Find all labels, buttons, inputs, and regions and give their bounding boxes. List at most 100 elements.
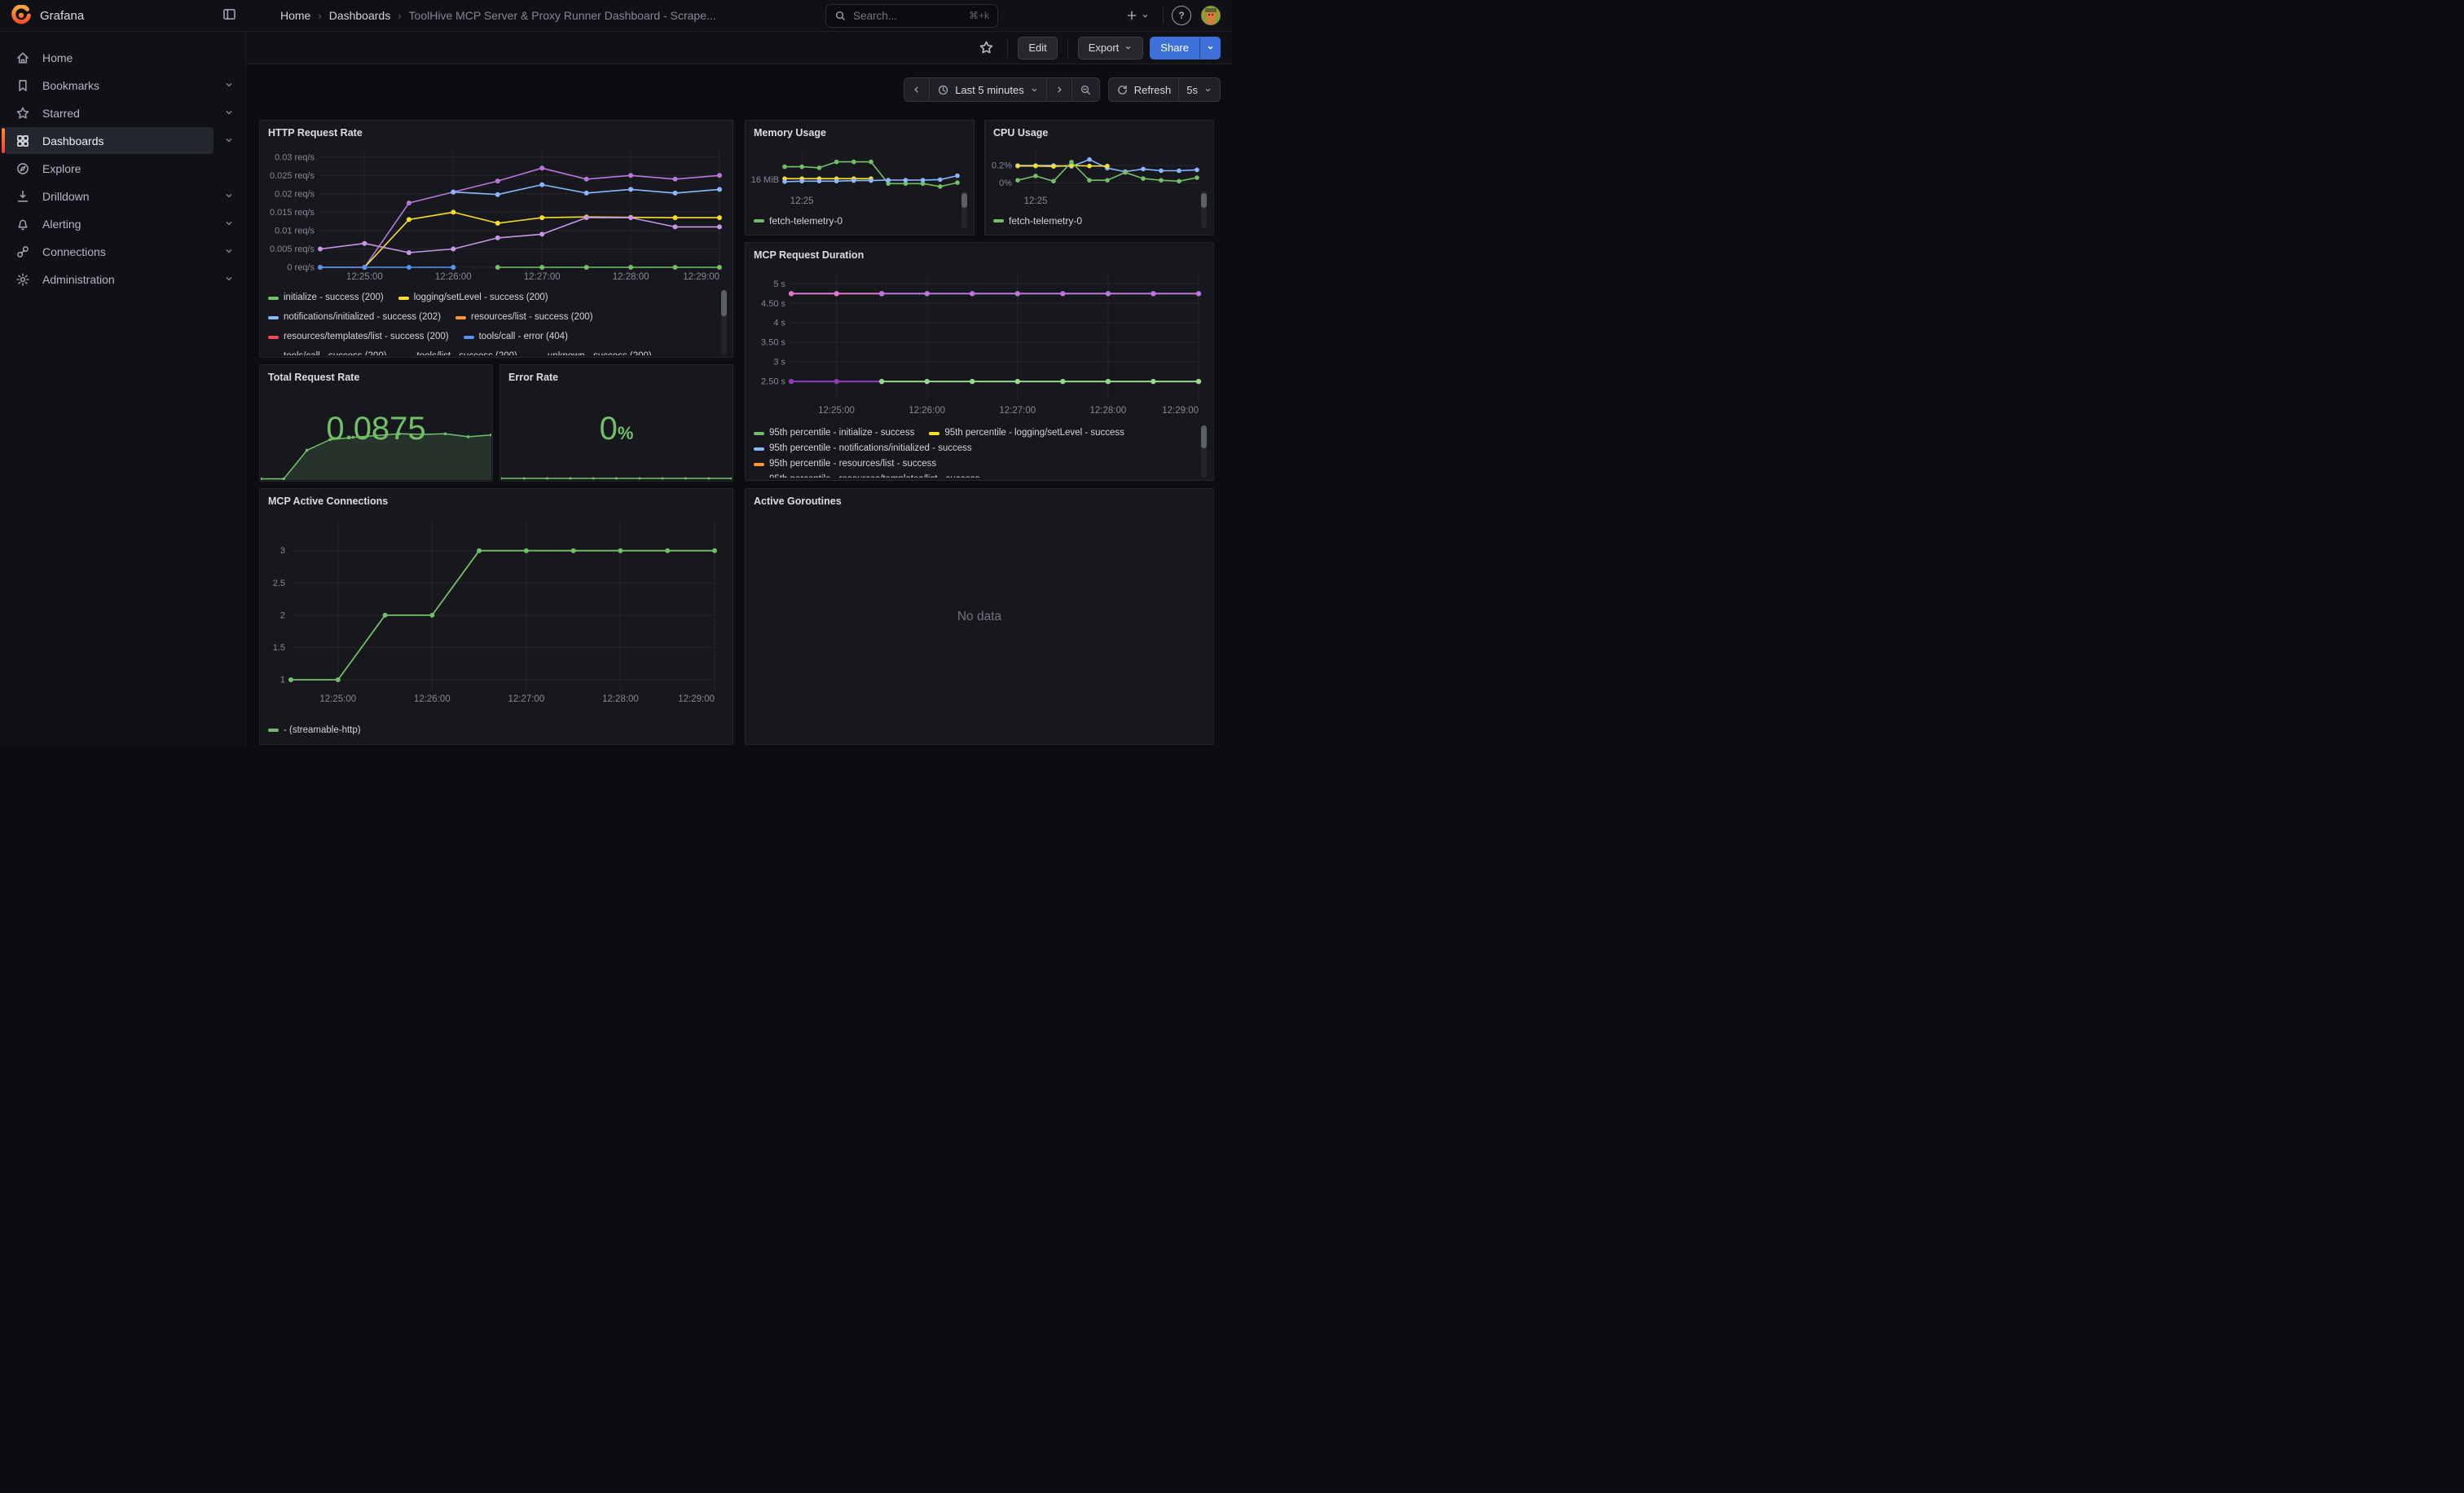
legend-item[interactable]: fetch-telemetry-0 — [754, 215, 843, 227]
share-menu-button[interactable] — [1199, 37, 1221, 59]
svg-text:12:29:00: 12:29:00 — [678, 694, 715, 704]
panel-title[interactable]: MCP Request Duration — [746, 243, 1213, 266]
dashboards-grid-icon — [15, 134, 30, 148]
legend-item[interactable]: 95th percentile - resources/list - succe… — [754, 458, 936, 470]
panel-title[interactable]: HTTP Request Rate — [260, 121, 733, 143]
sidebar-item-bookmarks[interactable]: Bookmarks — [5, 72, 213, 99]
legend-scrollbar-thumb[interactable] — [1201, 425, 1207, 448]
sidebar-item-alerting[interactable]: Alerting — [5, 210, 213, 237]
edit-button[interactable]: Edit — [1018, 37, 1057, 59]
legend-color — [754, 463, 764, 466]
svg-text:12:29:00: 12:29:00 — [1162, 406, 1199, 416]
legend-label: resources/list - success (200) — [471, 311, 593, 324]
refresh-interval-select[interactable]: 5s — [1178, 78, 1220, 101]
avatar[interactable] — [1201, 6, 1221, 25]
error-rate-sparkline[interactable] — [501, 467, 732, 480]
chevron-down-icon[interactable] — [223, 190, 235, 201]
chevron-down-icon[interactable] — [223, 134, 235, 146]
legend-scrollbar-thumb[interactable] — [961, 193, 967, 208]
brand[interactable]: Grafana — [0, 5, 210, 26]
legend-item[interactable]: fetch-telemetry-0 — [993, 215, 1082, 227]
legend-item[interactable]: - (streamable-http) — [268, 725, 361, 734]
legend-item[interactable]: 95th percentile - logging/setLevel - suc… — [929, 427, 1124, 439]
favorite-star-icon[interactable] — [975, 37, 997, 59]
legend-item[interactable]: resources/list - success (200) — [455, 311, 593, 324]
time-shift-forward-button[interactable] — [1046, 78, 1071, 101]
legend-item[interactable]: resources/templates/list - success (200) — [268, 331, 449, 343]
legend-item[interactable]: tools/call - error (404) — [464, 331, 568, 343]
sidebar-toggle-icon[interactable] — [222, 7, 237, 22]
legend-item[interactable]: logging/setLevel - success (200) — [398, 292, 548, 304]
sidebar-item-explore[interactable]: Explore — [5, 155, 213, 182]
legend-scrollbar-thumb[interactable] — [721, 290, 727, 316]
refresh-button[interactable]: Refresh — [1109, 78, 1179, 101]
panel-title[interactable]: Error Rate — [500, 365, 733, 388]
legend-item[interactable]: 95th percentile - resources/templates/li… — [754, 473, 979, 478]
breadcrumb-home[interactable]: Home — [280, 9, 310, 22]
legend-label: fetch-telemetry-0 — [1009, 215, 1082, 227]
legend-label: 95th percentile - initialize - success — [769, 427, 914, 439]
sidebar-item-label: Administration — [42, 273, 115, 286]
chevron-right-icon — [1054, 85, 1064, 95]
chevron-down-icon[interactable] — [223, 218, 235, 229]
legend-color — [532, 355, 543, 356]
http-request-rate-chart[interactable]: 12:25:0012:26:0012:27:0012:28:0012:29:00… — [263, 145, 726, 285]
memory-legend: fetch-telemetry-0 — [754, 212, 949, 227]
search-placeholder: Search... — [853, 10, 962, 22]
cpu-usage-chart[interactable]: 12:250.2%0% — [988, 142, 1205, 205]
legend-item[interactable]: tools/call - success (200) — [268, 350, 387, 355]
time-shift-back-button[interactable] — [904, 78, 929, 101]
panel-title[interactable]: MCP Active Connections — [260, 489, 733, 512]
svg-text:12:25: 12:25 — [1024, 196, 1048, 205]
clock-icon — [937, 84, 949, 96]
chevron-down-icon[interactable] — [223, 107, 235, 118]
sidebar-item-administration[interactable]: Administration — [5, 266, 213, 293]
legend-scrollbar-thumb[interactable] — [1201, 193, 1207, 208]
svg-text:12:26:00: 12:26:00 — [435, 272, 472, 282]
legend-scrollbar — [1201, 191, 1207, 228]
zoom-out-button[interactable] — [1071, 78, 1099, 101]
help-icon[interactable] — [1172, 6, 1191, 25]
sidebar-item-starred[interactable]: Starred — [5, 99, 213, 126]
mcp-active-connections-chart[interactable]: 12:25:0012:26:0012:27:0012:28:0012:29:00… — [263, 513, 723, 709]
panel-memory-usage: Memory Usage 12:2516 MiB fetch-telemetry… — [745, 120, 975, 236]
svg-text:3: 3 — [280, 546, 285, 556]
bookmark-icon — [15, 78, 30, 93]
legend-item[interactable]: notifications/initialized - success (202… — [268, 311, 441, 324]
legend-label: 95th percentile - resources/list - succe… — [769, 458, 936, 470]
legend-label: 95th percentile - resources/templates/li… — [769, 473, 979, 478]
time-range-picker[interactable]: Last 5 minutes — [929, 78, 1046, 101]
svg-text:12:27:00: 12:27:00 — [999, 406, 1036, 416]
legend-item[interactable]: 95th percentile - initialize - success — [754, 427, 914, 439]
svg-text:12:28:00: 12:28:00 — [1090, 406, 1127, 416]
legend-item[interactable]: initialize - success (200) — [268, 292, 384, 304]
share-button[interactable]: Share — [1150, 37, 1199, 59]
legend-item[interactable]: unknown - success (200) — [532, 350, 652, 355]
chevron-down-icon[interactable] — [223, 273, 235, 284]
breadcrumb-dashboards[interactable]: Dashboards — [329, 9, 391, 22]
legend-item[interactable]: tools/list - success (200) — [402, 350, 517, 355]
chevron-down-icon[interactable] — [223, 79, 235, 90]
stat-number: 0 — [600, 411, 618, 447]
star-icon — [15, 106, 30, 121]
panel-title[interactable]: CPU Usage — [985, 121, 1213, 143]
panel-title[interactable]: Memory Usage — [746, 121, 974, 143]
sidebar-item-drilldown[interactable]: Drilldown — [5, 183, 213, 209]
sidebar-item-label: Home — [42, 51, 73, 64]
panel-title[interactable]: Total Request Rate — [260, 365, 492, 388]
dashboard-canvas: Last 5 minutes Refresh 5s — [246, 64, 1232, 746]
legend-item[interactable]: 95th percentile - notifications/initiali… — [754, 443, 972, 455]
export-button[interactable]: Export — [1078, 37, 1144, 59]
chevron-down-icon[interactable] — [223, 245, 235, 257]
search-input[interactable]: Search... ⌘+k — [825, 4, 998, 28]
sidebar-item-dashboards[interactable]: Dashboards — [5, 127, 213, 154]
svg-text:16 MiB: 16 MiB — [751, 175, 779, 185]
memory-usage-chart[interactable]: 12:2516 MiB — [749, 142, 966, 205]
add-button[interactable] — [1120, 6, 1155, 25]
sidebar-item-connections[interactable]: Connections — [5, 238, 213, 265]
dashboard-toolbar: Edit Export Share — [246, 32, 1232, 64]
mcp-request-duration-chart[interactable]: 12:25:0012:26:0012:27:0012:28:0012:29:00… — [749, 266, 1207, 421]
sidebar-item-home[interactable]: Home — [5, 44, 213, 71]
legend-color — [754, 447, 764, 451]
svg-text:2.50 s: 2.50 s — [761, 377, 785, 387]
